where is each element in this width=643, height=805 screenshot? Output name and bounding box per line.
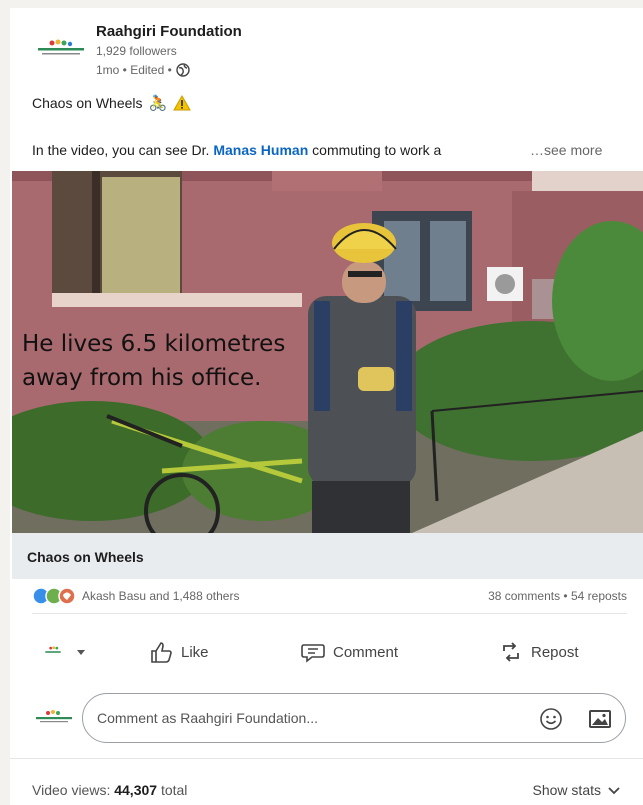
author-name[interactable]: Raahgiri Foundation [96, 23, 242, 40]
post-title-text: Chaos on Wheels [32, 95, 143, 111]
like-button[interactable]: Like [148, 632, 209, 672]
video-caption-line1: He lives 6.5 kilometres [22, 331, 286, 357]
comment-button[interactable]: Comment [300, 632, 398, 672]
comments-reposts-count[interactable]: 38 comments • 54 reposts [488, 589, 627, 603]
reactions-icon[interactable] [32, 587, 78, 605]
commenter-logo-icon [36, 710, 72, 723]
video-player[interactable]: He lives 6.5 kilometres away from his of… [12, 171, 643, 533]
reactors-link[interactable]: Akash Basu and 1,488 others [82, 589, 239, 603]
see-more-link[interactable]: …see more [530, 142, 602, 158]
social-counts: Akash Basu and 1,488 others 38 comments … [32, 584, 627, 612]
like-label: Like [181, 643, 209, 661]
post-body-prefix: In the video, you can see Dr. [32, 142, 214, 158]
raahgiri-logo-icon[interactable] [32, 36, 90, 60]
video-views: Video views: 44,307 total [32, 782, 187, 798]
video-views-label: Video views: [32, 782, 115, 798]
warning-icon [173, 95, 192, 111]
show-stats-label: Show stats [532, 782, 601, 798]
post-body: In the video, you can see Dr. Manas Huma… [32, 142, 441, 158]
comment-label: Comment [333, 643, 399, 661]
video-views-suffix: total [157, 782, 188, 798]
video-title-bar[interactable]: Chaos on Wheels [12, 533, 643, 579]
post-meta: 1mo • Edited • [96, 63, 190, 77]
mention-link[interactable]: Manas Human [213, 142, 308, 158]
identity-switcher-button[interactable] [38, 632, 87, 672]
action-bar: Like Comment Repost [10, 632, 643, 672]
thumbs-up-icon [151, 642, 172, 663]
post-card: Raahgiri Foundation 1,929 followers 1mo … [10, 8, 643, 805]
divider [32, 613, 627, 614]
video-caption-line2: away from his office. [22, 365, 262, 391]
post-title: Chaos on Wheels 🚴 [32, 94, 192, 112]
post-time: 1mo • Edited • [96, 63, 172, 77]
show-stats-button[interactable]: Show stats [533, 782, 621, 798]
comment-row: Comment as Raahgiri Foundation... [10, 692, 643, 744]
chevron-down-icon [608, 787, 620, 795]
emoji-icon[interactable] [539, 707, 563, 731]
comment-placeholder: Comment as Raahgiri Foundation... [97, 710, 318, 726]
repost-icon [503, 642, 519, 662]
caret-down-icon [77, 650, 85, 655]
post-body-suffix: commuting to work a [308, 142, 442, 158]
bicycle-emoji-icon: 🚴 [148, 95, 168, 112]
post-header: Raahgiri Foundation 1,929 followers 1mo … [10, 8, 643, 86]
video-caption: He lives 6.5 kilometres away from his of… [22, 327, 285, 395]
image-icon[interactable] [587, 707, 613, 731]
video-views-value: 44,307 [114, 782, 158, 798]
comment-input[interactable]: Comment as Raahgiri Foundation... [82, 693, 626, 743]
repost-label: Repost [531, 643, 579, 661]
comment-icon [301, 644, 325, 663]
video-title: Chaos on Wheels [27, 549, 144, 565]
raahgiri-small-logo-icon [45, 646, 61, 653]
repost-button[interactable]: Repost [498, 632, 579, 672]
follower-count: 1,929 followers [96, 44, 177, 58]
divider [10, 758, 643, 759]
globe-icon [176, 63, 190, 77]
